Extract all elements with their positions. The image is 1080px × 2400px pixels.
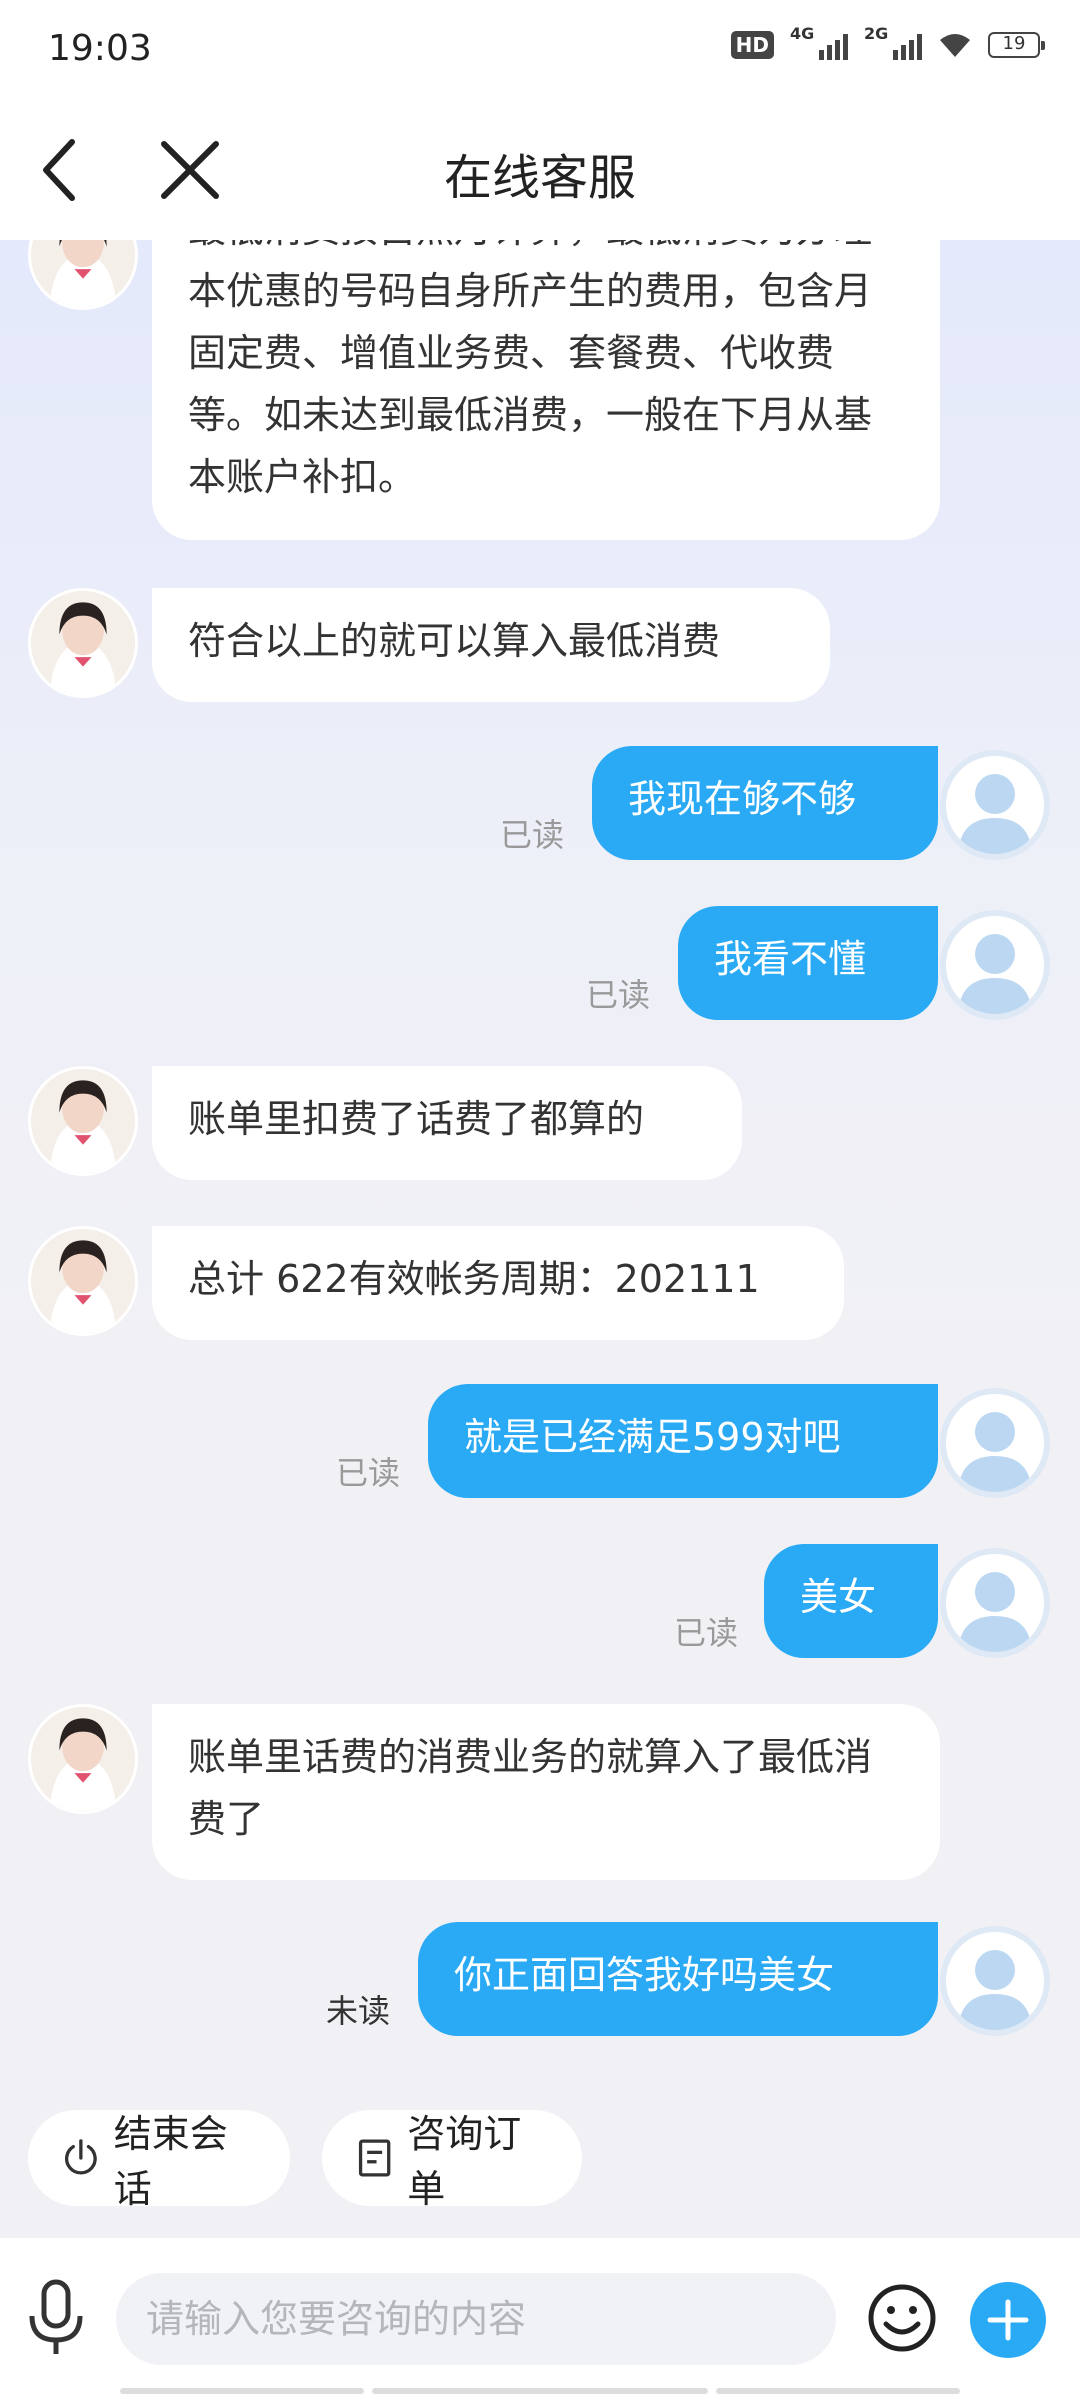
status-icons: HD 4G 2G 19 [730,24,1045,60]
agent-message: 账单里话费的消费业务的就算入了最低消费了 [152,1704,940,1880]
read-status: 已读 [336,1454,401,1492]
signal-2g-icon: 2G [864,24,922,60]
chat-message-list[interactable]: 最低消费按自然月计算，最低消费为办理本优惠的号码自身所产生的费用，包含月固定费、… [0,240,1080,2110]
message-input[interactable] [116,2273,836,2365]
plus-icon[interactable] [970,2282,1046,2358]
agent-message: 总计 622有效帐务周期：202111 [152,1226,844,1340]
hd-icon: HD [730,31,774,59]
battery-icon: 19 [988,32,1045,58]
agent-avatar [28,1226,138,1336]
document-icon [358,2139,391,2177]
read-status: 已读 [500,816,565,854]
page-title: 在线客服 [443,150,636,206]
user-avatar [940,1388,1050,1498]
agent-message: 符合以上的就可以算入最低消费 [152,588,830,702]
read-status: 已读 [674,1614,739,1652]
user-avatar [940,910,1050,1020]
user-avatar [940,1548,1050,1658]
keyboard-hint-lines [120,2388,960,2394]
unread-status: 未读 [326,1992,391,2030]
read-status: 已读 [586,976,651,1014]
input-bar [0,2238,1080,2400]
order-inquiry-button[interactable]: 咨询订单 [322,2110,582,2211]
signal-4g-icon: 4G [790,24,848,60]
agent-avatar [28,588,138,698]
user-message: 我现在够不够 [592,746,938,860]
user-avatar [940,750,1050,860]
end-session-button[interactable]: 结束会话 [28,2110,290,2211]
user-message: 我看不懂 [678,906,938,1020]
emoji-icon[interactable] [866,2282,938,2354]
agent-avatar [28,1704,138,1814]
microphone-icon[interactable] [20,2278,92,2358]
user-message: 你正面回答我好吗美女 [418,1922,938,2036]
wifi-icon [940,34,970,57]
agent-avatar [28,1066,138,1176]
top-nav-bar: 在线客服 [0,100,1080,240]
user-message: 美女 [764,1544,938,1658]
status-bar: 19:03 HD 4G 2G 19 [0,0,1080,100]
agent-avatar [28,240,138,310]
order-inquiry-label: 咨询订单 [407,2112,522,2211]
power-icon [65,2139,97,2175]
user-avatar [940,1926,1050,2036]
status-time: 19:03 [48,28,152,69]
user-message: 就是已经满足599对吧 [428,1384,938,1498]
end-session-label: 结束会话 [113,2112,228,2211]
agent-message: 账单里扣费了话费了都算的 [152,1066,742,1180]
agent-message: 最低消费按自然月计算，最低消费为办理本优惠的号码自身所产生的费用，包含月固定费、… [152,240,940,540]
